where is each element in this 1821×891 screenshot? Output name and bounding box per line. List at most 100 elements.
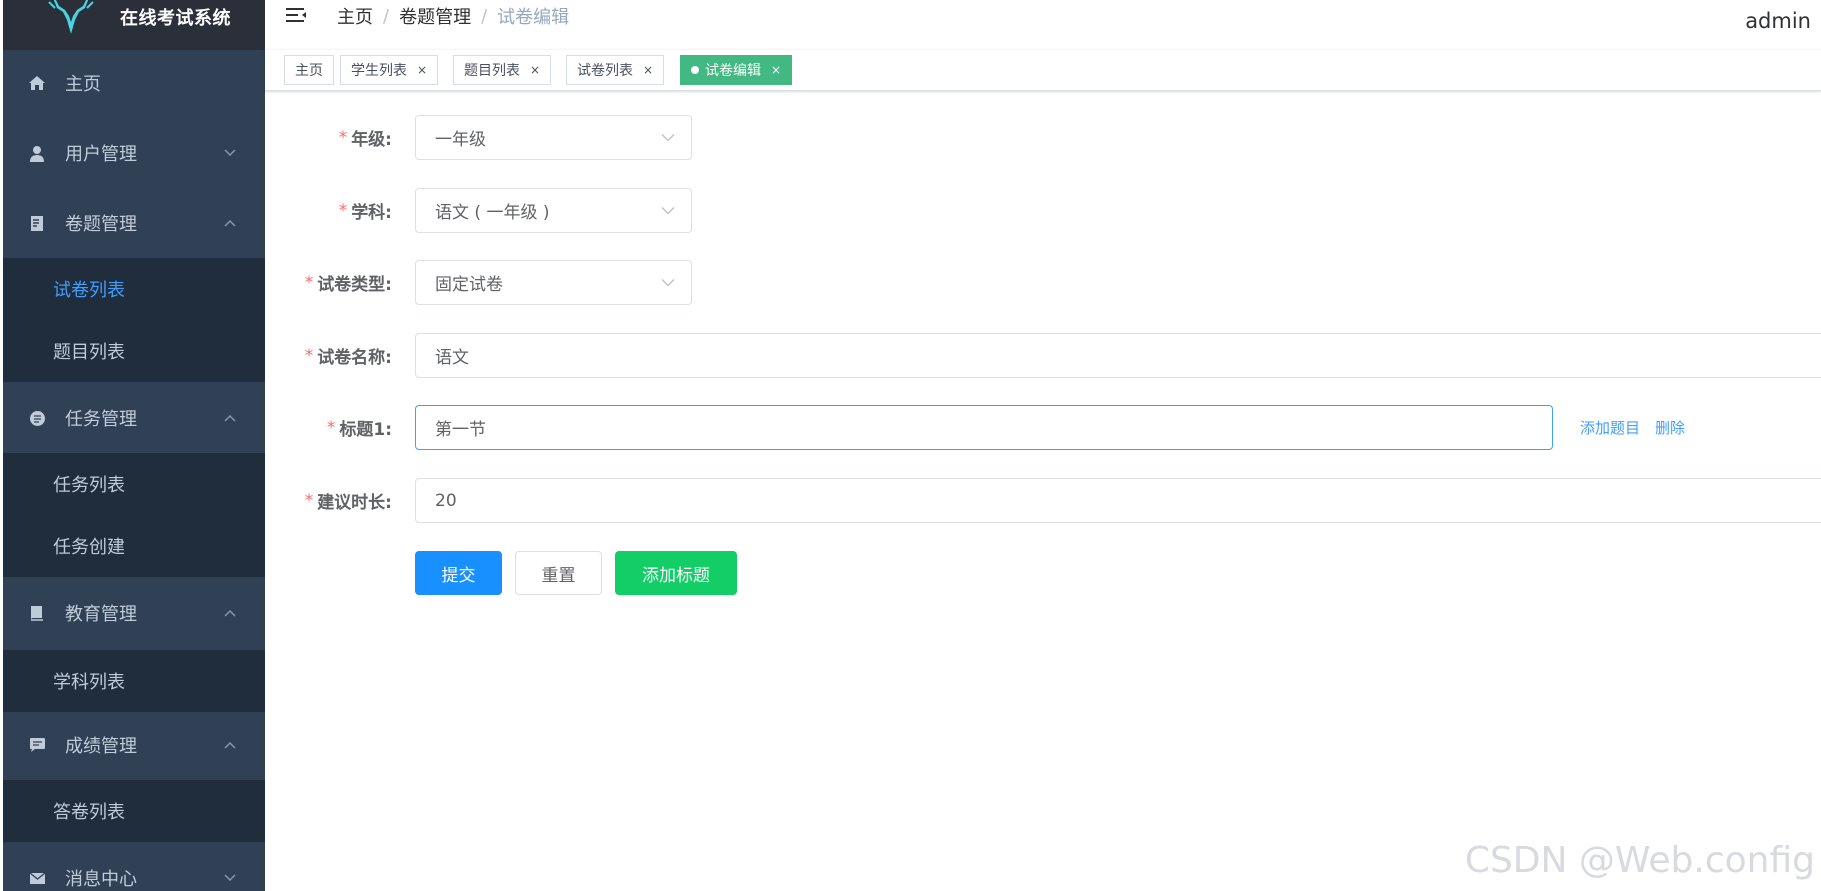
chevron-down-icon — [661, 278, 675, 287]
chevron-down-icon — [661, 133, 675, 142]
delete-title-link[interactable]: 删除 — [1655, 417, 1685, 438]
paper-type-select[interactable]: 固定试卷 — [415, 260, 692, 305]
required-asterisk: * — [338, 200, 348, 221]
form-label-text: 标题1: — [339, 420, 392, 440]
paper-name-input[interactable]: 语文 — [415, 333, 1821, 378]
sidebar-item-label: 卷题管理 — [65, 214, 137, 235]
sidebar-item-subject-list[interactable]: 学科列表 — [3, 650, 265, 712]
close-icon[interactable]: × — [417, 63, 427, 77]
sidebar-item-label: 消息中心 — [65, 869, 137, 890]
tag-label: 试卷编辑 — [705, 63, 761, 79]
title1-value: 第一节 — [435, 420, 486, 440]
form-label-text: 试卷类型: — [317, 275, 392, 295]
sidebar-item-label: 教育管理 — [65, 604, 137, 625]
breadcrumb-item-home[interactable]: 主页 — [337, 3, 373, 29]
breadcrumb-separator: / — [383, 5, 390, 27]
breadcrumb-separator: / — [481, 5, 488, 27]
sidebar-item-user-management[interactable]: 用户管理 — [3, 120, 265, 186]
chevron-up-icon — [224, 609, 236, 617]
form-actions: 提交 重置 添加标题 — [265, 551, 1821, 596]
sidebar-item-answer-list[interactable]: 答卷列表 — [3, 780, 265, 842]
submenu-education: 学科列表 — [3, 650, 265, 712]
sidebar-item-label: 学科列表 — [53, 672, 125, 693]
required-asterisk: * — [326, 417, 336, 438]
message-icon — [28, 869, 46, 887]
tag-label: 学生列表 — [351, 63, 407, 79]
tags-view: 主页 学生列表 × 题目列表 × 试卷列表 × 试卷编辑 × — [265, 50, 1821, 91]
sidebar-item-paper-list[interactable]: 试卷列表 — [3, 258, 265, 320]
deer-logo-icon — [48, 0, 94, 34]
add-title-button[interactable]: 添加标题 — [615, 551, 737, 595]
duration-input[interactable]: 20 — [415, 478, 1821, 523]
form-label-title1: * 标题1: — [327, 405, 392, 450]
tag-question-list[interactable]: 题目列表 × — [453, 55, 552, 85]
tag-student-list[interactable]: 学生列表 × — [340, 55, 439, 85]
tag-label: 试卷列表 — [577, 63, 633, 79]
grade-select[interactable]: 一年级 — [415, 115, 692, 160]
navbar: 主页 / 卷题管理 / 试卷编辑 admin — [265, 0, 1821, 50]
form-row-grade: * 年级: 一年级 — [265, 115, 1821, 160]
form-row-subject: * 学科: 语文 ( 一年级 ) — [265, 188, 1821, 233]
required-asterisk: * — [304, 345, 314, 366]
hamburger-icon[interactable] — [285, 6, 307, 26]
chevron-up-icon — [224, 741, 236, 749]
watermark: CSDN @Web.config — [1464, 840, 1815, 881]
logo-text: 在线考试系统 — [120, 8, 231, 29]
form-label-text: 建议时长: — [317, 493, 392, 513]
user-icon — [28, 144, 46, 162]
chevron-down-icon — [224, 874, 236, 882]
submenu-score: 答卷列表 — [3, 780, 265, 842]
tag-paper-list[interactable]: 试卷列表 × — [566, 55, 665, 85]
form-label-subject: * 学科: — [339, 188, 392, 233]
grade-select-value: 一年级 — [435, 130, 486, 150]
duration-value: 20 — [435, 490, 457, 511]
sidebar-item-task-list[interactable]: 任务列表 — [3, 453, 265, 515]
sidebar-item-label: 答卷列表 — [53, 802, 125, 823]
sidebar-item-task-create[interactable]: 任务创建 — [3, 515, 265, 577]
sidebar-item-label: 题目列表 — [53, 342, 125, 363]
sidebar-logo[interactable]: 在线考试系统 — [3, 0, 265, 50]
title1-input[interactable]: 第一节 — [415, 405, 1553, 450]
sidebar-item-education-management[interactable]: 教育管理 — [3, 580, 265, 646]
subject-select-value: 语文 ( 一年级 ) — [435, 203, 550, 223]
sidebar-item-message-center[interactable]: 消息中心 — [3, 845, 265, 891]
task-icon — [28, 409, 46, 427]
close-icon[interactable]: × — [530, 63, 540, 77]
sidebar-item-label: 成绩管理 — [65, 736, 137, 757]
breadcrumb-item-exam-management[interactable]: 卷题管理 — [399, 3, 471, 29]
exam-icon — [28, 214, 46, 232]
book-icon — [28, 604, 46, 622]
active-dot-icon — [691, 66, 699, 74]
sidebar-item-label: 任务创建 — [53, 537, 125, 558]
comment-icon — [28, 736, 46, 754]
tag-paper-edit[interactable]: 试卷编辑 × — [680, 55, 793, 85]
home-icon — [28, 74, 46, 92]
chevron-down-icon — [224, 149, 236, 157]
form-row-paper-type: * 试卷类型: 固定试卷 — [265, 260, 1821, 305]
sidebar-item-task-management[interactable]: 任务管理 — [3, 385, 265, 451]
user-name[interactable]: admin — [1745, 9, 1811, 33]
sidebar-item-label: 主页 — [65, 74, 101, 95]
reset-button[interactable]: 重置 — [515, 551, 602, 595]
sidebar-item-question-list[interactable]: 题目列表 — [3, 320, 265, 382]
tag-home[interactable]: 主页 — [284, 55, 334, 85]
sidebar-item-score-management[interactable]: 成绩管理 — [3, 712, 265, 778]
submenu-exam: 试卷列表 题目列表 — [3, 258, 265, 382]
close-icon[interactable]: × — [771, 63, 781, 77]
add-question-link[interactable]: 添加题目 — [1580, 417, 1640, 438]
submit-button[interactable]: 提交 — [415, 551, 502, 595]
tag-label: 主页 — [295, 63, 323, 79]
form-label-text: 试卷名称: — [317, 348, 392, 368]
breadcrumb-item-current: 试卷编辑 — [497, 7, 570, 28]
required-asterisk: * — [338, 127, 348, 148]
required-asterisk: * — [304, 272, 314, 293]
subject-select[interactable]: 语文 ( 一年级 ) — [415, 188, 692, 233]
form-label-paper-name: * 试卷名称: — [305, 333, 392, 378]
sidebar-item-label: 任务列表 — [53, 475, 125, 496]
sidebar-item-exam-management[interactable]: 卷题管理 — [3, 190, 265, 256]
close-icon[interactable]: × — [643, 63, 653, 77]
form-label-text: 年级: — [351, 130, 392, 150]
form-row-paper-name: * 试卷名称: 语文 — [265, 333, 1821, 378]
sidebar-item-label: 用户管理 — [65, 144, 137, 165]
sidebar-item-home[interactable]: 主页 — [3, 50, 265, 116]
